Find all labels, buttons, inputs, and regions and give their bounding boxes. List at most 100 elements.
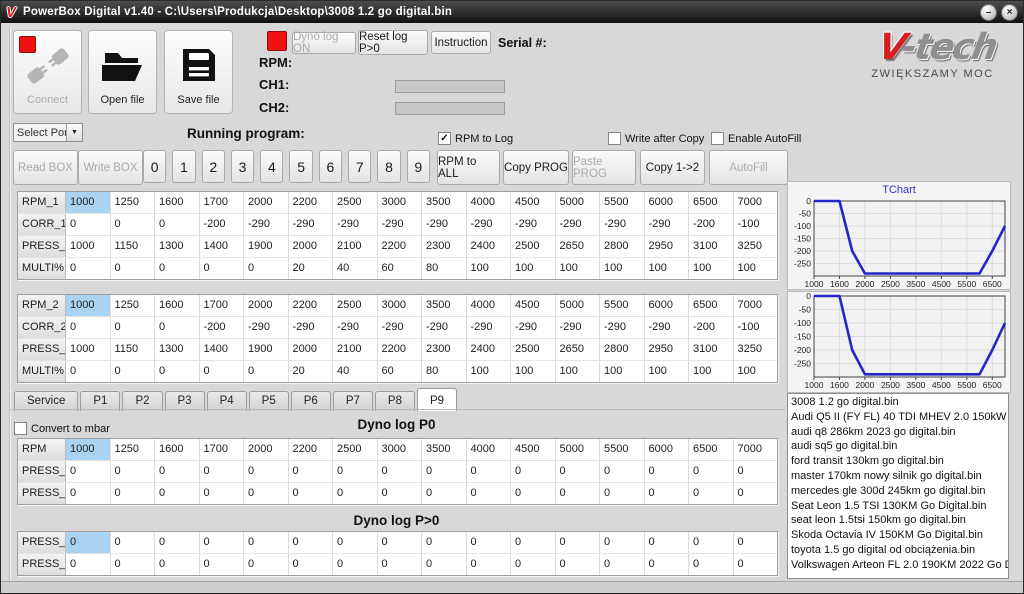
- table-cell[interactable]: 6500: [689, 295, 734, 316]
- table-cell[interactable]: 5000: [556, 439, 600, 460]
- table-cell[interactable]: 5000: [556, 295, 600, 316]
- table-cell[interactable]: 0: [289, 483, 333, 504]
- save-file-button[interactable]: Save file: [164, 30, 233, 114]
- table-cell[interactable]: 2950: [645, 236, 689, 257]
- write-box-button[interactable]: Write BOX: [78, 150, 143, 185]
- table-cell[interactable]: 0: [511, 483, 556, 504]
- table-cell[interactable]: 0: [556, 461, 600, 482]
- table-cell[interactable]: 2000: [244, 439, 289, 460]
- table-cell[interactable]: 1400: [200, 339, 244, 360]
- table-cell[interactable]: 0: [200, 483, 244, 504]
- table-cell[interactable]: 0: [467, 483, 511, 504]
- table-cell[interactable]: 7000: [734, 295, 778, 316]
- table-cell[interactable]: -290: [378, 317, 422, 338]
- program-9-button[interactable]: 9: [406, 150, 430, 183]
- table-cell[interactable]: -200: [200, 317, 244, 338]
- table-cell[interactable]: 2200: [378, 339, 422, 360]
- rpm-to-log-checkbox[interactable]: ✓ RPM to Log: [438, 132, 513, 145]
- table-cell[interactable]: 0: [289, 461, 333, 482]
- table-cell[interactable]: -290: [422, 317, 467, 338]
- table-cell[interactable]: 0: [111, 361, 155, 382]
- table-cell[interactable]: 0: [244, 461, 289, 482]
- table-cell[interactable]: 0: [556, 554, 600, 575]
- table-cell[interactable]: -200: [689, 317, 734, 338]
- table-cell[interactable]: 5000: [556, 192, 600, 213]
- file-list-item[interactable]: ford transit 130km go digital.bin: [788, 454, 1008, 469]
- table-cell[interactable]: 4000: [467, 192, 511, 213]
- table-cell[interactable]: 0: [378, 554, 422, 575]
- table-cell[interactable]: 0: [734, 483, 778, 504]
- table-cell[interactable]: 1000: [66, 339, 111, 360]
- table-cell[interactable]: 2200: [289, 439, 333, 460]
- table-cell[interactable]: 0: [645, 461, 689, 482]
- table-cell[interactable]: 0: [155, 361, 200, 382]
- file-list[interactable]: 3008 1.2 go digital.bin Audi Q5 II (FY FL…: [787, 393, 1009, 579]
- table-cell[interactable]: 40: [333, 258, 378, 279]
- table-cell[interactable]: 2650: [556, 236, 600, 257]
- table-cell[interactable]: 0: [333, 554, 378, 575]
- table-cell[interactable]: 60: [378, 258, 422, 279]
- table-cell[interactable]: 2800: [600, 236, 645, 257]
- table-cell[interactable]: 4500: [511, 439, 556, 460]
- paste-prog-button[interactable]: Paste PROG: [572, 150, 636, 185]
- dyno-log-on-button[interactable]: Dyno log ON: [292, 31, 356, 55]
- table-cell[interactable]: 2100: [333, 236, 378, 257]
- table-cell[interactable]: 2300: [422, 236, 467, 257]
- table-cell[interactable]: 0: [155, 483, 200, 504]
- rpm-to-all-button[interactable]: RPM to ALL: [437, 150, 500, 185]
- table-cell[interactable]: 1250: [111, 439, 155, 460]
- table-cell[interactable]: 0: [66, 554, 111, 575]
- table-cell[interactable]: 20: [289, 361, 333, 382]
- table-cell[interactable]: 5500: [600, 439, 645, 460]
- open-file-button[interactable]: Open file: [88, 30, 157, 114]
- table-cell[interactable]: 1250: [111, 295, 155, 316]
- table-cell[interactable]: 1300: [155, 236, 200, 257]
- tab-p1[interactable]: P1: [80, 391, 121, 411]
- table-cell[interactable]: 0: [422, 554, 467, 575]
- program-2-button[interactable]: 2: [201, 150, 225, 183]
- table-cell[interactable]: 1900: [244, 339, 289, 360]
- table-cell[interactable]: 20: [289, 258, 333, 279]
- table-cell[interactable]: 0: [111, 317, 155, 338]
- table-cell[interactable]: -290: [511, 214, 556, 235]
- table-cell[interactable]: 4500: [511, 295, 556, 316]
- table-cell[interactable]: 1250: [111, 192, 155, 213]
- tab-p3[interactable]: P3: [164, 391, 205, 411]
- table-cell[interactable]: 0: [66, 258, 111, 279]
- table-cell[interactable]: 100: [734, 258, 778, 279]
- table-cell[interactable]: 1900: [244, 236, 289, 257]
- table-cell[interactable]: -290: [600, 317, 645, 338]
- table-cell[interactable]: 0: [378, 461, 422, 482]
- table-cell[interactable]: 1700: [200, 439, 244, 460]
- copy-prog-button[interactable]: Copy PROG: [503, 150, 569, 185]
- file-list-item[interactable]: seat leon 1.5tsi 150km go digital.bin: [788, 513, 1008, 528]
- table-cell[interactable]: 2500: [511, 339, 556, 360]
- table-cell[interactable]: 3250: [734, 339, 778, 360]
- table-cell[interactable]: 100: [467, 361, 511, 382]
- table-cell[interactable]: 0: [244, 554, 289, 575]
- table-cell[interactable]: 1700: [200, 192, 244, 213]
- table-cell[interactable]: 0: [556, 483, 600, 504]
- table-cell[interactable]: -290: [556, 214, 600, 235]
- table-cell[interactable]: 0: [511, 461, 556, 482]
- file-list-item[interactable]: 3008 1.2 go digital.bin: [788, 395, 1008, 410]
- table-cell[interactable]: 1150: [111, 236, 155, 257]
- table-cell[interactable]: 4500: [511, 192, 556, 213]
- table-cell[interactable]: 0: [200, 258, 244, 279]
- table-cell[interactable]: 100: [645, 361, 689, 382]
- table-cell[interactable]: 1000: [66, 192, 111, 213]
- minimize-button[interactable]: –: [980, 4, 997, 21]
- tab-p6[interactable]: P6: [290, 391, 331, 411]
- table-cell[interactable]: 0: [422, 483, 467, 504]
- table-cell[interactable]: 0: [734, 461, 778, 482]
- table-cell[interactable]: 100: [511, 361, 556, 382]
- table-cell[interactable]: 3500: [422, 295, 467, 316]
- table-cell[interactable]: -290: [244, 214, 289, 235]
- table-cell[interactable]: 2200: [289, 192, 333, 213]
- table-cell[interactable]: 3000: [378, 295, 422, 316]
- table-cell[interactable]: 0: [600, 461, 645, 482]
- table-cell[interactable]: 0: [511, 554, 556, 575]
- copy-1-2-button[interactable]: Copy 1->2: [640, 150, 705, 185]
- program-6-button[interactable]: 6: [318, 150, 343, 183]
- table-cell[interactable]: 5500: [600, 295, 645, 316]
